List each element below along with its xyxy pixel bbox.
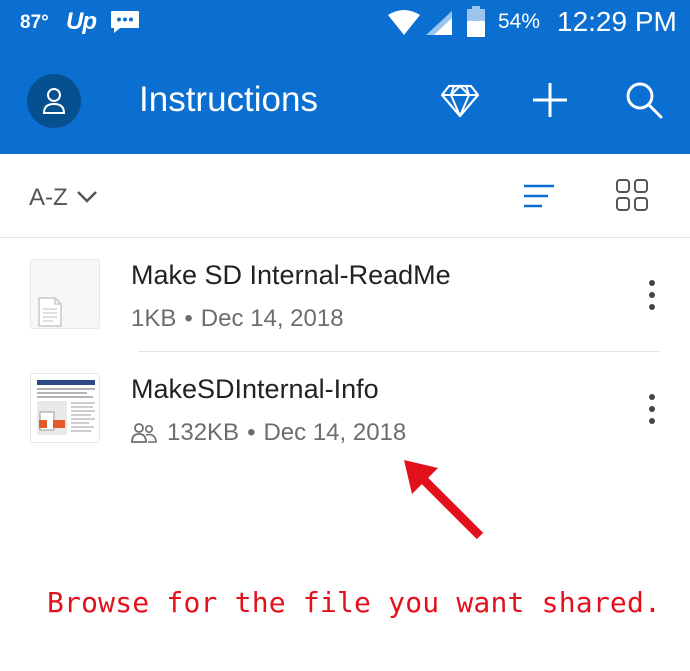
annotation-arrow-icon xyxy=(404,460,484,540)
sort-bar: A-Z xyxy=(0,154,690,238)
app-bar: Instructions xyxy=(0,52,690,154)
file-meta: 1KB • Dec 14, 2018 xyxy=(131,305,344,333)
list-view-icon[interactable] xyxy=(522,182,556,210)
annotation-caption: Browse for the file you want shared. xyxy=(47,586,662,619)
file-date: Dec 14, 2018 xyxy=(200,305,344,332)
person-icon xyxy=(42,88,66,114)
text-document-icon xyxy=(38,297,62,327)
meta-separator: • xyxy=(184,305,193,332)
temperature-text: 87° xyxy=(20,12,49,33)
premium-diamond-icon[interactable] xyxy=(440,80,480,120)
message-icon xyxy=(111,11,139,33)
clock: 12:29 PM xyxy=(557,6,677,37)
account-avatar-button[interactable] xyxy=(27,74,81,128)
more-options-icon[interactable] xyxy=(642,278,662,312)
document-preview-icon xyxy=(34,377,98,441)
sort-order-button[interactable]: A-Z xyxy=(29,184,68,212)
file-thumbnail xyxy=(30,259,100,329)
file-name: Make SD Internal-ReadMe xyxy=(131,260,451,290)
folder-title: Instructions xyxy=(139,80,318,119)
carrier-logo: Up xyxy=(66,8,97,35)
file-meta: 132KB • Dec 14, 2018 xyxy=(131,419,406,447)
file-name: MakeSDInternal-Info xyxy=(131,374,379,404)
status-bar: 87° Up 54% 12:29 PM xyxy=(0,0,690,52)
wifi-icon xyxy=(388,10,420,35)
chevron-down-icon[interactable] xyxy=(76,190,98,204)
file-row-info[interactable]: MakeSDInternal-Info 132KB • Dec 14, 2018 xyxy=(0,352,690,464)
file-size: 132KB xyxy=(167,419,240,446)
battery-percent: 54% xyxy=(498,10,541,33)
more-options-icon[interactable] xyxy=(642,392,662,426)
signal-icon xyxy=(426,11,452,35)
file-thumbnail xyxy=(30,373,100,443)
file-date: Dec 14, 2018 xyxy=(263,419,407,446)
shared-people-icon xyxy=(131,423,157,443)
add-icon[interactable] xyxy=(530,80,570,120)
meta-separator: • xyxy=(247,419,256,446)
file-row-readme[interactable]: Make SD Internal-ReadMe 1KB • Dec 14, 20… xyxy=(0,238,690,350)
grid-view-icon[interactable] xyxy=(615,178,649,212)
search-icon[interactable] xyxy=(624,80,664,120)
battery-icon xyxy=(467,6,485,37)
file-size: 1KB xyxy=(131,305,177,332)
